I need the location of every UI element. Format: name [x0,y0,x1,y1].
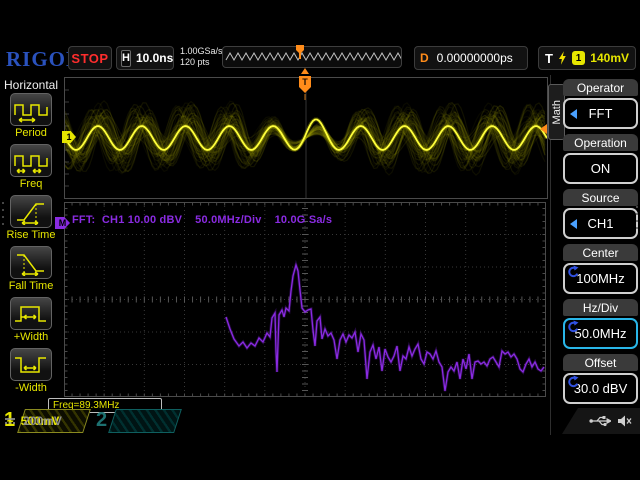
ch2-dc-coupling-icon [5,418,16,424]
menu-value: ON [590,161,611,176]
minus-width-icon [15,356,46,373]
trigger-source-badge: 1 [571,51,586,65]
ch2-scale: 200mV [23,414,62,428]
rise-time-icon [17,202,44,225]
menu-item-rise-time[interactable]: Rise Time [6,195,56,241]
left-menu-title: Horizontal [3,78,59,92]
fall-time-icon [17,253,44,276]
memory-depth: 120 pts [180,57,210,67]
menu-offset[interactable]: Offset 30.0 dBV [563,354,638,404]
fft-display [64,202,546,397]
menu-item-label: -Width [15,382,47,394]
chevron-left-icon [570,108,577,119]
knob-rotate-icon [568,265,579,278]
fft-settings-readout: FFT: CH1 10.00 dBV 50.0MHz/Div 10.0G Sa/… [72,214,333,226]
svg-text:T: T [302,77,308,87]
status-icon-tray [562,408,640,434]
menu-item-period[interactable]: Period [10,93,52,139]
menu-item-label: Period [15,127,47,139]
menu-label: Operation [563,134,638,151]
ch2-badge[interactable] [108,409,182,433]
t-badge: T [545,50,553,66]
delay-value: 0.00000000ps [436,51,513,65]
sound-muted-icon [618,415,632,427]
menu-item-label: +Width [13,331,49,343]
plus-width-icon [15,305,46,322]
trigger-level-value: 140mV [590,51,629,65]
sample-rate-block: 1.00GSa/s 120 pts [180,46,223,68]
chevron-left-icon [570,218,577,229]
menu-operation[interactable]: Operation ON [563,134,638,184]
menu-value: 100MHz [576,271,625,286]
menu-item-plus-width[interactable]: +Width [10,297,52,343]
math-tab-label: Math [550,99,563,125]
d-badge: D [420,51,429,65]
freq-icon [14,154,48,174]
menu-item-fall-time[interactable]: Fall Time [8,246,54,292]
menu-item-label: Rise Time [6,229,56,241]
menu-operator[interactable]: Operator FFT [563,79,638,129]
menu-label: Operator [563,79,638,96]
memory-waveform-preview [225,51,403,62]
menu-source[interactable]: Source CH1 [563,189,638,239]
h-badge: H [121,49,131,67]
strip-trigger-position-icon [296,45,304,59]
menu-center[interactable]: Center 100MHz [563,244,638,294]
timebase-value: 10.0ns [135,51,174,65]
menu-label: Offset [563,354,638,371]
memory-position-strip [222,46,403,68]
fft-spectrum [64,202,546,397]
menu-item-freq[interactable]: Freq [10,144,52,190]
menu-item-label: Freq [19,178,43,190]
trigger-position-marker[interactable]: T [297,68,313,100]
menu-value: CH1 [587,216,614,231]
ch2-badge-number[interactable]: 2 [96,409,107,432]
menu-label: Center [563,244,638,261]
delay-status[interactable]: D 0.00000000ps [414,46,528,70]
right-scroll-dots [636,206,638,229]
menu-item-minus-width[interactable]: -Width [10,348,52,394]
menu-value: 50.0MHz [574,326,627,341]
menu-item-label: Fall Time [8,280,54,292]
sample-rate: 1.00GSa/s [180,46,223,56]
menu-label: Hz/Div [563,299,638,316]
trigger-edge-icon [558,51,566,65]
menu-label: Source [563,189,638,206]
trigger-status[interactable]: T 1 140mV [538,46,636,70]
usb-icon [589,416,611,427]
run-stop-button[interactable]: STOP [68,46,112,70]
ch2-badge-text: 200mV [0,409,66,433]
menu-value: 30.0 dBV [573,381,628,396]
knob-rotate-icon [568,375,579,388]
period-icon [14,103,48,123]
menu-hzdiv[interactable]: Hz/Div 50.0MHz [563,299,638,349]
trigger-level-marker[interactable] [540,124,547,134]
horizontal-status-button[interactable]: H 10.0ns [116,46,174,70]
knob-rotate-icon [568,320,579,333]
left-scroll-dots [2,202,4,225]
menu-value: FFT [588,106,613,121]
